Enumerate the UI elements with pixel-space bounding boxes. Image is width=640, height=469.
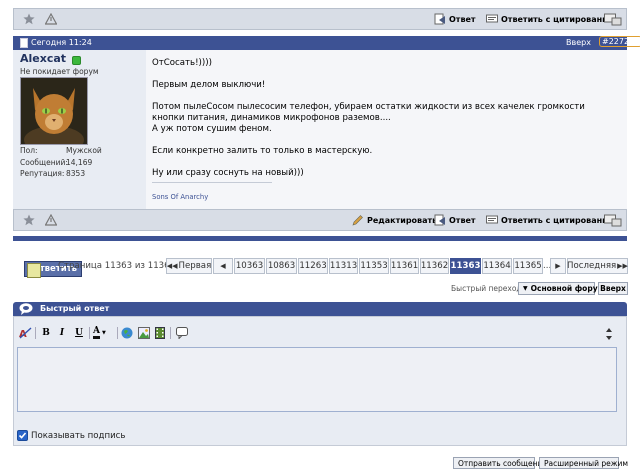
double-right-arrow-icon: ▶▶ <box>617 262 628 270</box>
double-left-arrow-icon: ◀◀ <box>166 262 178 270</box>
remove-format-icon[interactable]: A <box>19 327 32 342</box>
quote-reply-button[interactable]: Ответить с цитированием <box>486 13 620 25</box>
quick-nav-label: Быстрый переход <box>451 284 522 293</box>
report-icon[interactable] <box>44 213 58 229</box>
page-link[interactable]: 11364 <box>482 258 512 274</box>
page-first-link[interactable]: ◀◀ Первая <box>166 258 212 274</box>
post-message-column: ОтСосать!)))) Первым делом выключи! Пото… <box>146 50 627 210</box>
image-icon[interactable] <box>138 327 150 342</box>
page-prev-link[interactable]: ◀ <box>213 258 233 274</box>
multiquote-icon[interactable] <box>604 12 622 29</box>
user-stat-posts: Сообщений:14,169 <box>20 157 93 167</box>
page-link[interactable]: 11361 <box>390 258 419 274</box>
show-signature-label: Показывать подпись <box>31 431 126 441</box>
page-link[interactable]: 11313 <box>329 258 358 274</box>
username-link[interactable]: Alexcat <box>20 52 66 65</box>
report-icon[interactable] <box>44 12 58 28</box>
video-icon[interactable] <box>155 327 165 342</box>
quick-nav-go-button[interactable]: Вверх <box>598 282 628 295</box>
reply-button[interactable]: Ответ <box>434 214 476 226</box>
post-number-link[interactable]: #227260 <box>599 36 640 47</box>
user-stats: Пол: Мужской Сообщений:14,169 Репутация: 8… <box>20 145 102 180</box>
quick-reply-header: Быстрый ответ <box>13 302 627 316</box>
left-arrow-icon: ◀ <box>220 262 226 270</box>
reply-icon <box>434 13 445 25</box>
page-link[interactable]: 10863 <box>266 258 297 274</box>
message-line: А уж потом сушим феном. <box>152 124 272 134</box>
avatar[interactable] <box>20 77 88 145</box>
submit-post-button[interactable]: Отправить сообщение <box>453 457 547 469</box>
post-page-icon <box>20 38 28 50</box>
page-next-link[interactable]: ▶ <box>550 258 566 274</box>
reply-button[interactable]: Ответ <box>434 13 476 25</box>
resize-toggle-icon[interactable] <box>605 327 613 344</box>
link-globe-icon[interactable] <box>121 327 133 342</box>
italic-button[interactable]: I <box>56 327 68 339</box>
page-info: Страница 11363 из 11366 <box>58 261 176 271</box>
top-link[interactable]: Вверх <box>566 38 591 47</box>
toolbar-separator <box>89 327 90 339</box>
right-arrow-icon: ▶ <box>555 262 561 270</box>
forum-select[interactable]: ▼ Основной форум <box>518 282 604 295</box>
edit-button[interactable]: Редактировать <box>352 214 437 226</box>
star-icon[interactable] <box>23 214 35 229</box>
post-date: Сегодня 11:24 <box>31 38 92 47</box>
message-line: Если конкретно залить то только в мастер… <box>152 146 373 156</box>
user-status: Не покидает форум <box>20 67 99 76</box>
message-line: Первым делом выключи! <box>152 80 266 90</box>
user-info-column: Alexcat Не покидает форум Пол: Мужской Со… <box>13 50 147 210</box>
quote-icon <box>486 14 498 23</box>
text-color-button[interactable]: A ▼ <box>93 327 113 339</box>
quote-icon <box>486 215 498 224</box>
multiquote-icon[interactable] <box>604 213 622 230</box>
quick-reply-title: Быстрый ответ <box>40 304 110 313</box>
quote-bubble-icon[interactable] <box>176 327 188 342</box>
online-status-icon <box>72 56 81 65</box>
page-link[interactable]: 10363 <box>234 258 265 274</box>
page-link[interactable]: 11263 <box>298 258 328 274</box>
toolbar-separator <box>117 327 118 339</box>
underline-button[interactable]: U <box>73 327 85 339</box>
user-stat-reputation: Репутация: 8353 <box>20 169 86 178</box>
pencil-icon <box>352 215 363 226</box>
signature-link[interactable]: Sons Of Anarchy <box>152 193 208 201</box>
reply-note-icon <box>27 263 41 278</box>
cat-avatar-image <box>21 78 87 144</box>
signature-divider <box>152 182 272 183</box>
page-link[interactable]: 11365 <box>513 258 543 274</box>
page-link[interactable]: 11353 <box>359 258 389 274</box>
reply-icon <box>434 214 445 226</box>
dropdown-triangle-icon: ▼ <box>101 330 106 336</box>
show-signature-checkbox[interactable] <box>17 430 28 441</box>
post-header: Сегодня 11:24 Вверх #227260 <box>13 36 640 50</box>
page-link[interactable]: 11362 <box>420 258 449 274</box>
thread-end-bar <box>13 236 627 241</box>
post-action-row: Редактировать Ответ Ответить с цитирован… <box>13 209 627 231</box>
user-stat-gender: Пол: Мужской <box>20 146 102 155</box>
page-current: 11363 <box>450 258 481 274</box>
dropdown-triangle-icon: ▼ <box>523 285 528 292</box>
bold-button[interactable]: B <box>40 327 52 339</box>
quote-reply-button[interactable]: Ответить с цитированием <box>486 214 620 226</box>
message-line: ОтСосать!)))) <box>152 58 212 68</box>
star-icon[interactable] <box>23 13 35 28</box>
quick-reply-textarea[interactable] <box>17 347 617 412</box>
toolbar-separator <box>35 327 36 339</box>
advanced-mode-button[interactable]: Расширенный режим <box>539 457 628 469</box>
checkmark-icon <box>18 432 27 439</box>
toolbar-separator <box>170 327 171 339</box>
prev-post-action-row: Ответ Ответить с цитированием <box>13 8 627 30</box>
message-line: Ну или сразу соснуть на новый))) <box>152 168 304 178</box>
message-line: Потом пылеСосом пылесосим телефон, убира… <box>152 102 585 123</box>
page-last-link[interactable]: Последняя ▶▶ <box>567 258 628 274</box>
post-message: ОтСосать!)))) Первым делом выключи! Пото… <box>152 58 614 190</box>
